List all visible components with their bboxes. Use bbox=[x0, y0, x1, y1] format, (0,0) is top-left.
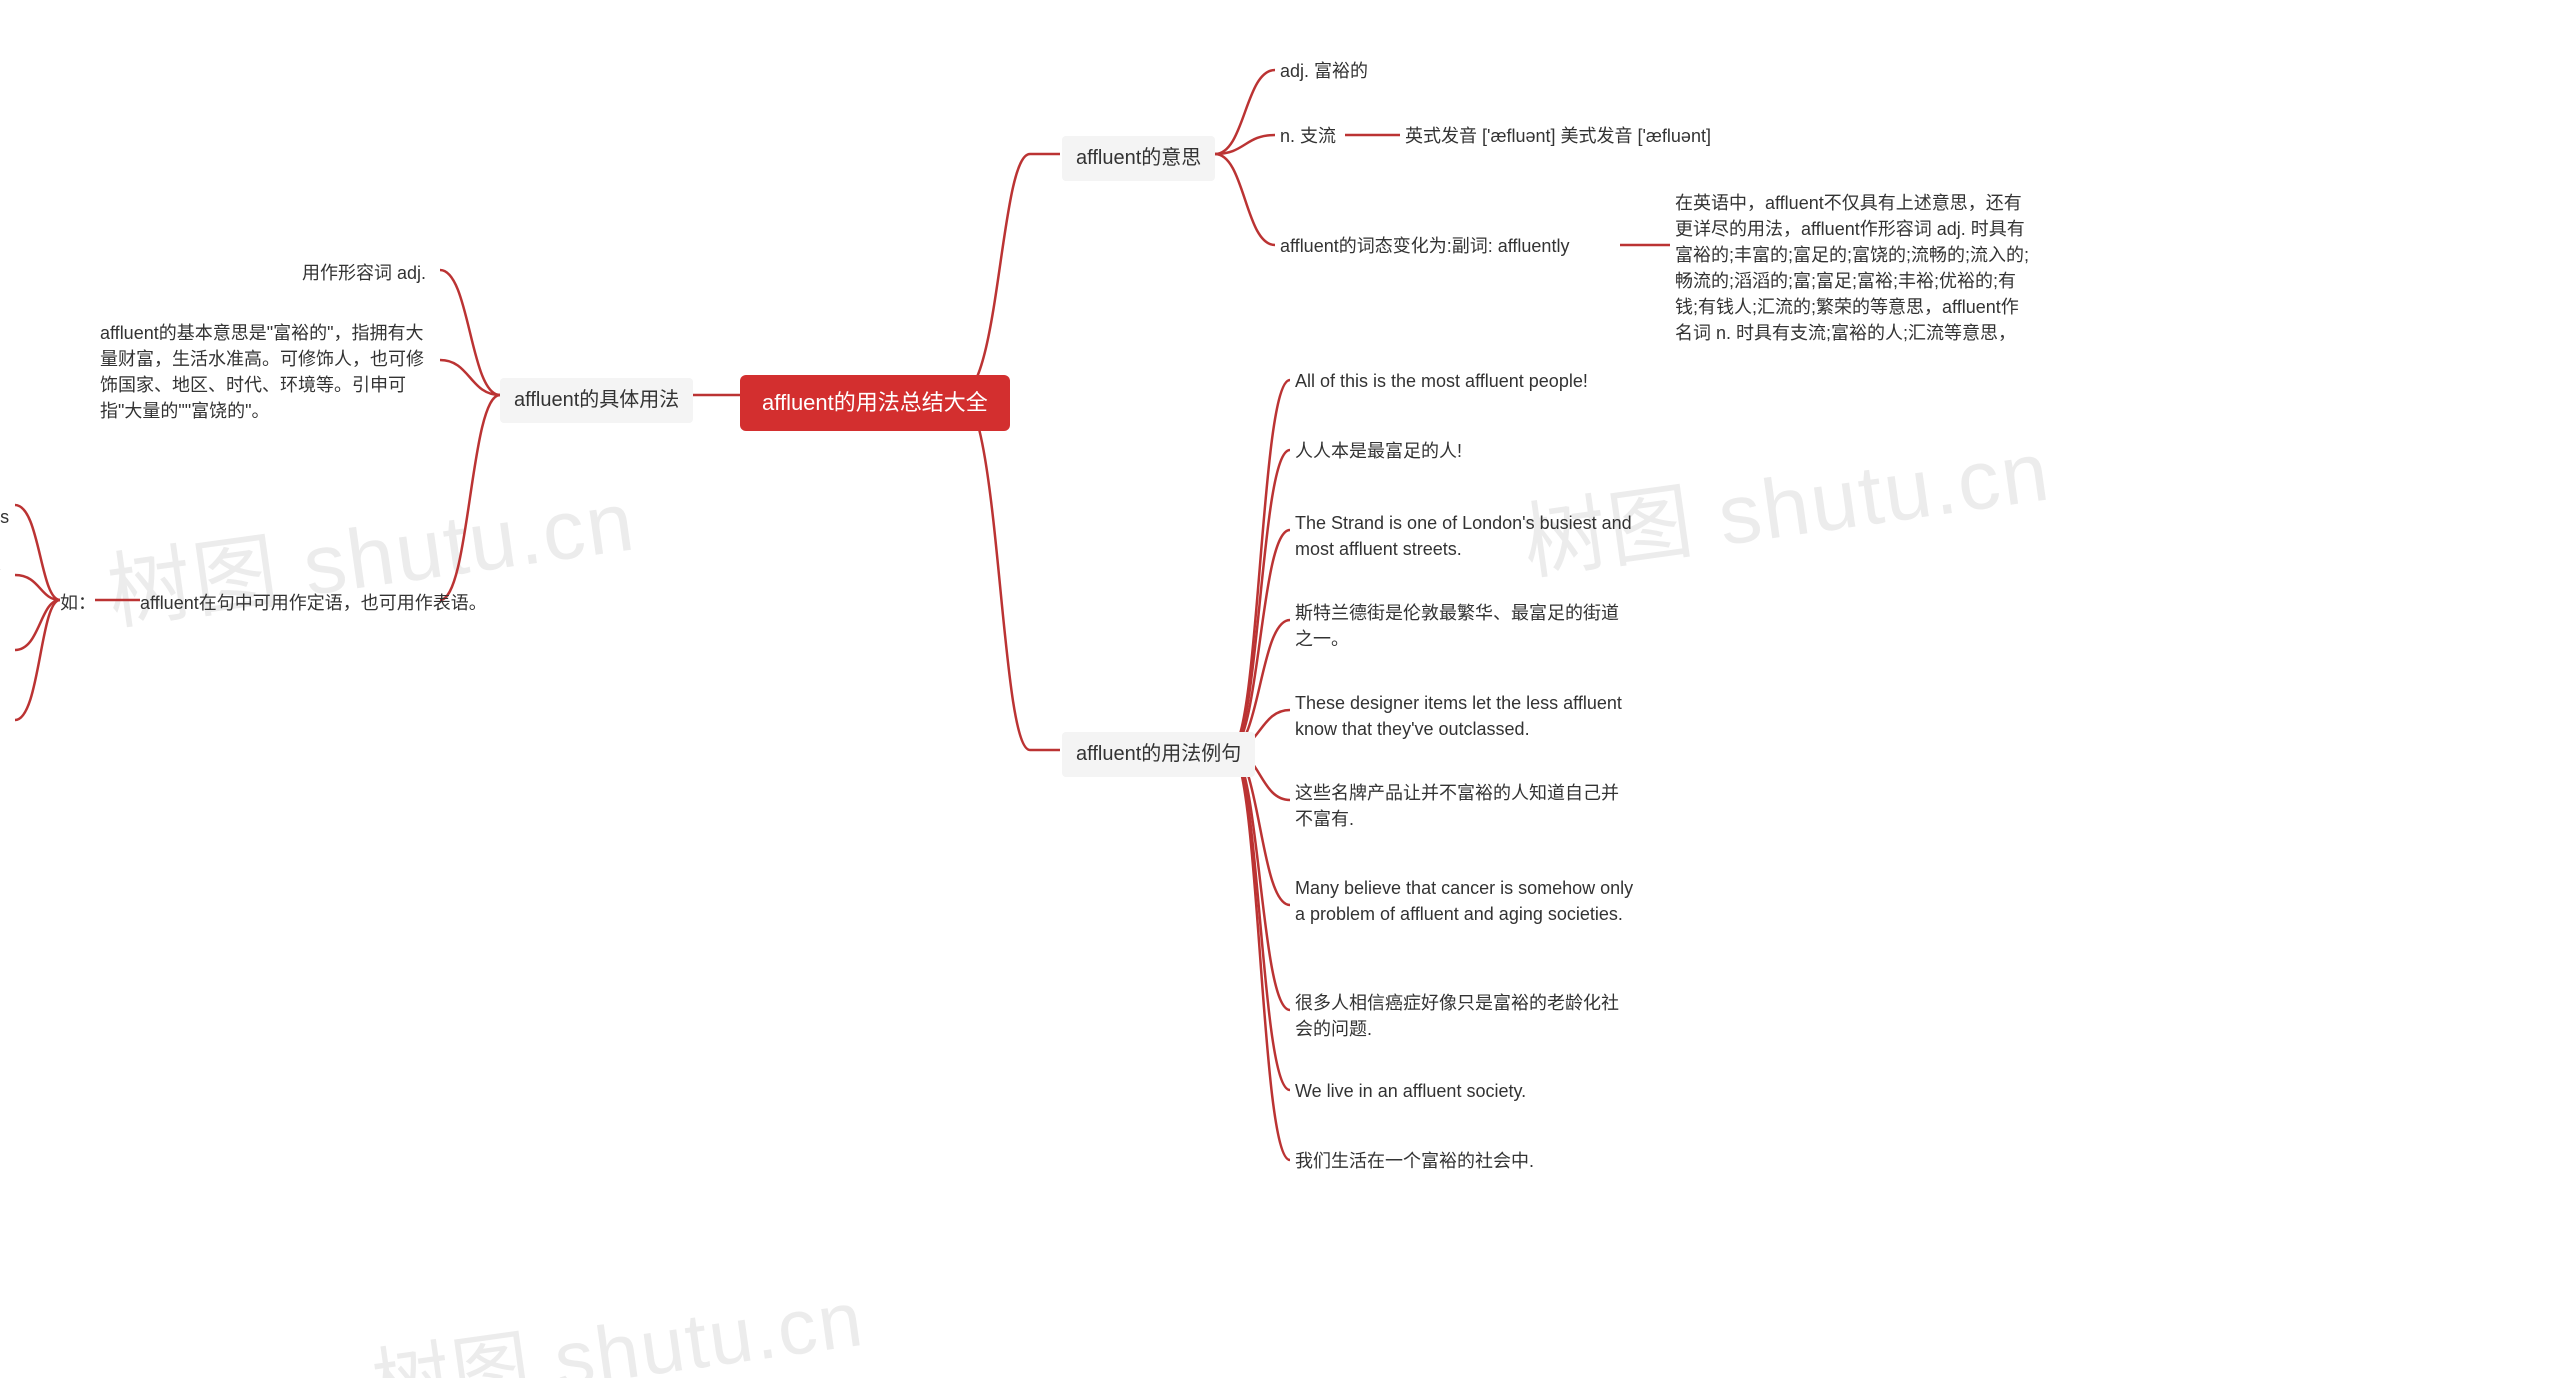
example-3: 斯特兰德街是伦敦最繁华、最富足的街道之一。 bbox=[1295, 600, 1635, 652]
meaning-item-2: affluent的词态变化为:副词: affluently bbox=[1280, 233, 1569, 259]
meaning-item-0: adj. 富裕的 bbox=[1280, 58, 1368, 84]
example-1: 人人本是最富足的人! bbox=[1295, 438, 1635, 464]
example-9: 我们生活在一个富裕的社会中. bbox=[1295, 1148, 1635, 1174]
example-8: We live in an affluent society. bbox=[1295, 1078, 1635, 1104]
left-item-2: affluent在句中可用作定语，也可用作表语。 bbox=[140, 590, 487, 616]
left-example-3: 这些名牌产品让并不富裕的人知道自己并不富有. bbox=[0, 705, 10, 757]
meaning-item-1-extra: 英式发音 ['æfluənt] 美式发音 ['æfluənt] bbox=[1405, 123, 1711, 149]
meaning-item-1: n. 支流 bbox=[1280, 123, 1336, 149]
example-6: Many believe that cancer is somehow only… bbox=[1295, 875, 1635, 927]
left-example-2: These designer items let the less afflue… bbox=[0, 635, 10, 687]
root-node[interactable]: affluent的用法总结大全 bbox=[740, 375, 1010, 431]
example-2: The Strand is one of London's busiest an… bbox=[1295, 510, 1635, 562]
left-item-1: affluent的基本意思是"富裕的"，指拥有大量财富，生活水准高。可修饰人，也… bbox=[100, 320, 440, 424]
example-0: All of this is the most affluent people! bbox=[1295, 368, 1635, 394]
branch-meaning[interactable]: affluent的意思 bbox=[1062, 136, 1215, 181]
example-4: These designer items let the less afflue… bbox=[1295, 690, 1635, 742]
example-5: 这些名牌产品让并不富裕的人知道自己并不富有. bbox=[1295, 780, 1635, 832]
connector-layer bbox=[0, 0, 2560, 1378]
meaning-item-2-extra: 在英语中，affluent不仅具有上述意思，还有更详尽的用法，affluent作… bbox=[1675, 190, 2035, 347]
left-item-0: 用作形容词 adj. bbox=[302, 260, 426, 286]
left-item-2-prefix: 如： bbox=[60, 590, 96, 616]
branch-usage[interactable]: affluent的具体用法 bbox=[500, 378, 693, 423]
left-example-0: A study found GPs perceived affluent pat… bbox=[0, 478, 10, 556]
example-7: 很多人相信癌症好像只是富裕的老龄化社会的问题. bbox=[1295, 990, 1635, 1042]
branch-examples[interactable]: affluent的用法例句 bbox=[1062, 732, 1255, 777]
left-example-1: 一份研究发现,医师认为富裕的病患比贫穷的病患具有吸引力. bbox=[0, 562, 10, 614]
